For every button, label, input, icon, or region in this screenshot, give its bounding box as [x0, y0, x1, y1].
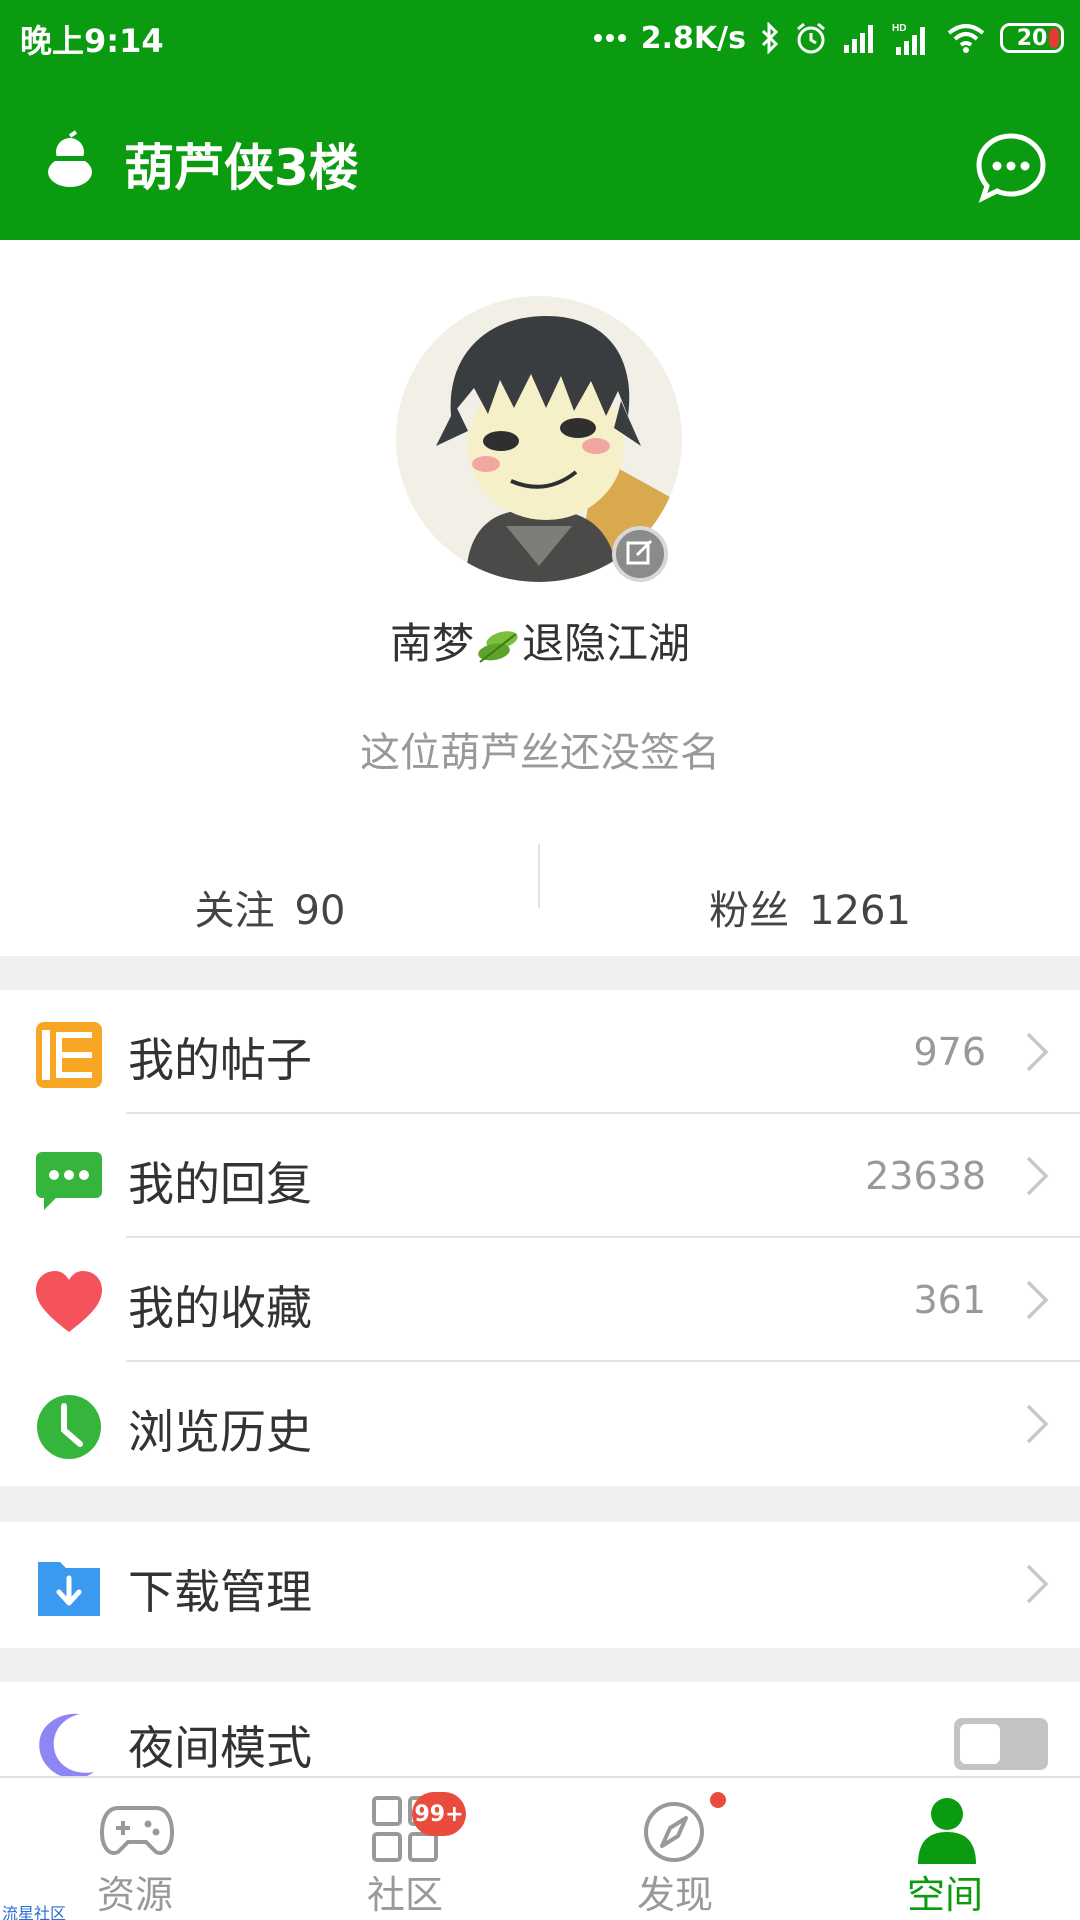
chevron-right-icon — [1024, 1278, 1050, 1322]
status-icons: 2.8K/s HD 20 — [593, 14, 1064, 62]
stats-row: 关注 90 粉丝 1261 — [0, 840, 1080, 956]
edit-icon — [625, 537, 655, 571]
svg-text:HD: HD — [892, 23, 906, 34]
follow-stat[interactable]: 关注 90 — [0, 878, 540, 936]
menu-count: 23638 — [865, 1154, 986, 1198]
menu-label: 我的回复 — [128, 1157, 312, 1211]
bottom-navigation: 资源 99+ 社区 发现 空间 — [0, 1776, 1080, 1920]
fans-stat[interactable]: 粉丝 1261 — [540, 878, 1080, 936]
battery-icon: 20 — [1000, 23, 1064, 53]
gamepad-icon — [99, 1794, 175, 1864]
night-mode-toggle[interactable] — [954, 1718, 1048, 1770]
chevron-right-icon — [1024, 1030, 1050, 1074]
menu-downloads[interactable]: 下载管理 — [0, 1522, 1080, 1648]
dots-icon — [593, 33, 627, 43]
tab-community[interactable]: 99+ 社区 — [270, 1778, 540, 1920]
tab-label: 社区 — [366, 1873, 443, 1917]
menu-night-mode[interactable]: 夜间模式 — [0, 1682, 1080, 1776]
status-bar: 晚上9:14 2.8K/s HD 20 — [0, 0, 1080, 76]
profile-section: 南梦 退隐江湖 这位葫芦丝还没签名 关注 90 粉丝 1261 — [0, 240, 1080, 956]
menu-my-replies[interactable]: 我的回复 23638 — [0, 1114, 1080, 1238]
alarm-icon — [794, 21, 828, 55]
menu-label: 我的帖子 — [128, 1033, 312, 1087]
section-gap — [0, 1486, 1080, 1522]
menu-label: 夜间模式 — [128, 1721, 312, 1775]
heart-icon — [34, 1268, 104, 1338]
app-header: 葫芦侠3楼 — [0, 76, 1080, 240]
notification-dot — [710, 1792, 726, 1808]
page-title: 葫芦侠3楼 — [124, 139, 359, 197]
chevron-right-icon — [1024, 1402, 1050, 1446]
follow-count: 90 — [294, 888, 346, 934]
menu-history[interactable]: 浏览历史 — [0, 1362, 1080, 1486]
watermark: 流星社区 — [2, 1904, 67, 1920]
signal-icon — [842, 23, 878, 53]
gourd-logo-icon — [40, 130, 100, 190]
battery-level: 20 — [1016, 25, 1048, 51]
menu-my-favorites[interactable]: 我的收藏 361 — [0, 1238, 1080, 1362]
username: 南梦 退隐江湖 — [0, 610, 1080, 671]
network-speed: 2.8K/s — [640, 20, 746, 56]
tab-label: 发现 — [636, 1873, 713, 1917]
posts-icon — [34, 1020, 104, 1090]
tab-resources[interactable]: 资源 — [0, 1778, 270, 1920]
fans-label: 粉丝 — [709, 888, 790, 934]
follow-label: 关注 — [194, 888, 275, 934]
leaf-icon — [476, 625, 520, 663]
menu-count: 976 — [913, 1030, 986, 1074]
stats-divider — [538, 844, 540, 908]
menu-label: 浏览历史 — [128, 1405, 312, 1459]
username-part1: 南梦 — [389, 619, 474, 668]
person-icon — [910, 1794, 984, 1864]
clock-icon — [34, 1392, 104, 1462]
tab-label: 空间 — [906, 1873, 983, 1917]
notification-badge: 99+ — [412, 1792, 466, 1836]
toggle-knob — [960, 1724, 1000, 1764]
menu-my-posts[interactable]: 我的帖子 976 — [0, 990, 1080, 1114]
fans-count: 1261 — [809, 888, 911, 934]
tab-discover[interactable]: 发现 — [540, 1778, 810, 1920]
chevron-right-icon — [1024, 1154, 1050, 1198]
bluetooth-icon — [760, 22, 780, 54]
tab-space[interactable]: 空间 — [810, 1778, 1080, 1920]
reply-icon — [34, 1144, 104, 1214]
menu-label: 下载管理 — [128, 1565, 312, 1619]
chevron-right-icon — [1024, 1562, 1050, 1606]
hd-signal-icon: HD — [892, 21, 932, 55]
download-icon — [34, 1552, 104, 1622]
signature: 这位葫芦丝还没签名 — [360, 730, 720, 776]
menu-label: 我的收藏 — [128, 1281, 312, 1335]
status-time: 晚上9:14 — [20, 22, 164, 60]
section-gap — [0, 1648, 1080, 1682]
compass-icon — [640, 1794, 714, 1864]
wifi-icon — [946, 22, 986, 54]
edit-avatar-button[interactable] — [612, 526, 668, 582]
chat-bubble-icon[interactable] — [974, 130, 1048, 204]
username-part2: 退隐江湖 — [522, 619, 691, 668]
battery-low-indicator — [1049, 28, 1059, 48]
moon-icon — [34, 1710, 104, 1776]
menu-count: 361 — [913, 1278, 986, 1322]
section-gap — [0, 956, 1080, 990]
